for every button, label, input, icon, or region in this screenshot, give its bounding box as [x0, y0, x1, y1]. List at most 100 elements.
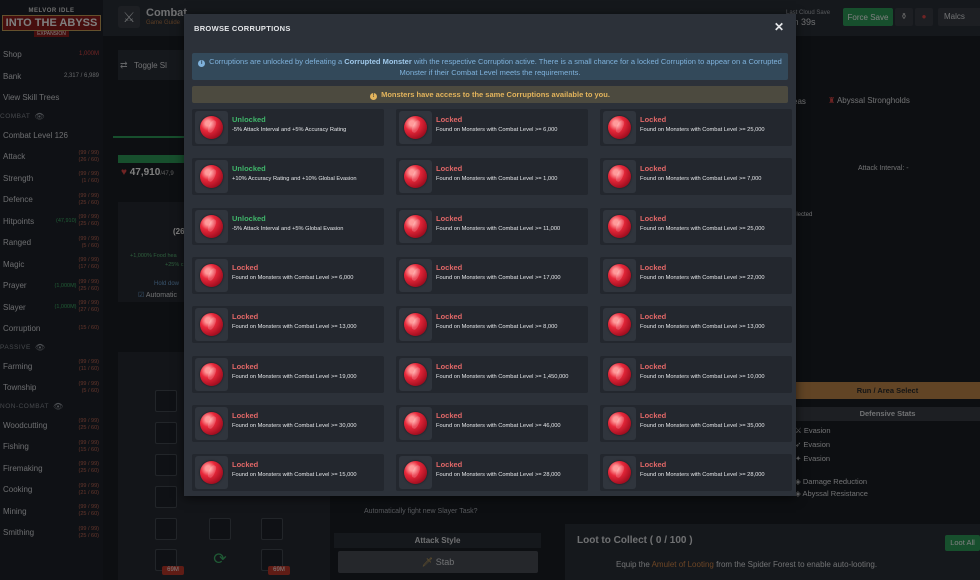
- corruption-card: Unlocked -5% Attack Interval and +5% Glob…: [192, 207, 384, 245]
- warning-alert: ! Monsters have access to the same Corrup…: [192, 86, 788, 103]
- corruption-gem-icon: [608, 313, 631, 337]
- corruption-icon-frame: [195, 308, 228, 342]
- corruption-status: Locked: [640, 164, 667, 174]
- corruption-status: Unlocked: [232, 115, 266, 124]
- corruption-status: Locked: [640, 115, 667, 124]
- corruption-status: Locked: [436, 164, 463, 174]
- corruption-status: Locked: [640, 213, 667, 223]
- corruption-card: Locked Found on Monsters with Combat Leve…: [600, 454, 792, 492]
- corruption-description: -5% Attack Interval and +5% Global Evasi…: [232, 225, 344, 232]
- corruption-description: Found on Monsters with Combat Level >= 3…: [640, 422, 765, 429]
- corruption-description: Found on Monsters with Combat Level >= 1…: [640, 373, 765, 380]
- corruption-gem-icon: [404, 214, 427, 238]
- corruption-icon-frame: [195, 357, 228, 391]
- corruption-description: Found on Monsters with Combat Level >= 2…: [640, 225, 765, 232]
- corruption-card: Locked Found on Monsters with Combat Leve…: [396, 256, 588, 294]
- corruption-description: Found on Monsters with Combat Level >= 6…: [232, 274, 354, 281]
- corruption-status: Locked: [436, 115, 463, 124]
- corruption-card: Locked Found on Monsters with Combat Leve…: [396, 454, 588, 492]
- corruption-gem-icon: [608, 116, 631, 139]
- corruption-gem-icon: [404, 461, 427, 485]
- corruption-icon-frame: [399, 456, 432, 490]
- corruption-gem-icon: [200, 263, 223, 287]
- corruption-card: Locked Found on Monsters with Combat Leve…: [396, 207, 588, 245]
- corruption-status: Locked: [640, 312, 667, 322]
- corruption-card: Locked Found on Monsters with Combat Leve…: [600, 109, 792, 146]
- corruption-description: Found on Monsters with Combat Level >= 2…: [640, 472, 765, 479]
- corruption-gem-icon: [404, 165, 427, 189]
- corruption-icon-frame: [399, 111, 432, 144]
- corruption-card: Locked Found on Monsters with Combat Leve…: [600, 207, 792, 245]
- corruption-gem-icon: [200, 116, 223, 139]
- corruption-card: Locked Found on Monsters with Combat Leve…: [600, 306, 792, 344]
- info-text-post: with the respective Corruption active. T…: [399, 57, 782, 77]
- info-text-pre: Corruptions are unlocked by defeating a: [209, 57, 345, 66]
- corruption-description: Found on Monsters with Combat Level >= 1…: [232, 324, 357, 331]
- corruption-icon-frame: [195, 258, 228, 292]
- corruption-icon-frame: [603, 456, 636, 490]
- corruption-icon-frame: [399, 258, 432, 292]
- corruption-card: Locked Found on Monsters with Combat Leve…: [192, 355, 384, 393]
- corruption-description: Found on Monsters with Combat Level >= 8…: [436, 324, 558, 331]
- corruption-status: Locked: [640, 410, 667, 420]
- corruption-gem-icon: [608, 263, 631, 287]
- corruption-gem-icon: [404, 362, 427, 386]
- corruption-gem-icon: [200, 313, 223, 337]
- corruption-card: Locked Found on Monsters with Combat Leve…: [600, 404, 792, 442]
- browse-corruptions-modal: BROWSE CORRUPTIONS ✕ i Corruptions are un…: [184, 14, 796, 496]
- corruption-card: Locked Found on Monsters with Combat Leve…: [396, 306, 588, 344]
- corruption-card: Locked Found on Monsters with Combat Leve…: [396, 158, 588, 196]
- corruption-card: Locked Found on Monsters with Combat Leve…: [600, 355, 792, 393]
- corruption-gem-icon: [608, 411, 631, 435]
- corruption-status: Locked: [436, 361, 463, 371]
- corruption-card: Locked Found on Monsters with Combat Leve…: [396, 355, 588, 393]
- corruption-icon-frame: [603, 111, 636, 144]
- corruption-gem-icon: [200, 214, 223, 238]
- warning-icon: !: [370, 93, 378, 100]
- corruption-description: +10% Accuracy Rating and +10% Global Eva…: [232, 176, 357, 183]
- corruption-card: Locked Found on Monsters with Combat Leve…: [600, 158, 792, 196]
- corruption-description: Found on Monsters with Combat Level >= 1…: [232, 373, 357, 380]
- corruption-status: Locked: [232, 410, 259, 420]
- corruption-card: Locked Found on Monsters with Combat Leve…: [192, 306, 384, 344]
- corruption-icon-frame: [399, 209, 432, 243]
- corruption-gem-icon: [608, 461, 631, 485]
- corruption-status: Unlocked: [232, 213, 266, 223]
- corruption-icon-frame: [603, 209, 636, 243]
- corruption-gem-icon: [404, 411, 427, 435]
- corruption-status: Locked: [640, 262, 667, 272]
- corruption-status: Locked: [640, 361, 667, 371]
- corruption-description: Found on Monsters with Combat Level >= 7…: [640, 176, 762, 183]
- corruption-status: Locked: [436, 312, 463, 322]
- corruption-card: Unlocked -5% Attack Interval and +5% Accu…: [192, 109, 384, 146]
- corruption-card: Locked Found on Monsters with Combat Leve…: [192, 404, 384, 442]
- corruption-gem-icon: [200, 461, 223, 485]
- corruption-icon-frame: [195, 160, 228, 194]
- close-icon[interactable]: ✕: [772, 20, 786, 34]
- corruption-icon-frame: [195, 209, 228, 243]
- corruption-gem-icon: [608, 362, 631, 386]
- corruption-description: Found on Monsters with Combat Level >= 1…: [436, 176, 558, 183]
- corruption-card: Unlocked +10% Accuracy Rating and +10% Gl…: [192, 158, 384, 196]
- corruption-gem-icon: [608, 165, 631, 189]
- modal-title: BROWSE CORRUPTIONS: [194, 24, 291, 33]
- corruption-card: Locked Found on Monsters with Combat Leve…: [192, 256, 384, 294]
- corruption-description: Found on Monsters with Combat Level >= 1…: [436, 274, 561, 281]
- corruption-gem-icon: [608, 214, 631, 238]
- corruption-icon-frame: [195, 406, 228, 440]
- corruption-status: Locked: [436, 213, 463, 223]
- corruption-gem-icon: [200, 362, 223, 386]
- corruption-description: Found on Monsters with Combat Level >= 2…: [436, 472, 561, 479]
- corruption-gem-icon: [200, 165, 223, 189]
- corruption-description: -5% Attack Interval and +5% Accuracy Rat…: [232, 127, 347, 133]
- corruption-status: Locked: [436, 460, 463, 470]
- corruption-status: Locked: [232, 460, 259, 470]
- corruption-icon-frame: [603, 258, 636, 292]
- corruption-gem-icon: [404, 263, 427, 287]
- corruption-status: Locked: [232, 361, 259, 371]
- corruption-icon-frame: [399, 160, 432, 194]
- corruption-gem-icon: [404, 313, 427, 337]
- corruption-description: Found on Monsters with Combat Level >= 4…: [436, 422, 561, 429]
- corruption-icon-frame: [603, 406, 636, 440]
- corruption-card: Locked Found on Monsters with Combat Leve…: [192, 454, 384, 492]
